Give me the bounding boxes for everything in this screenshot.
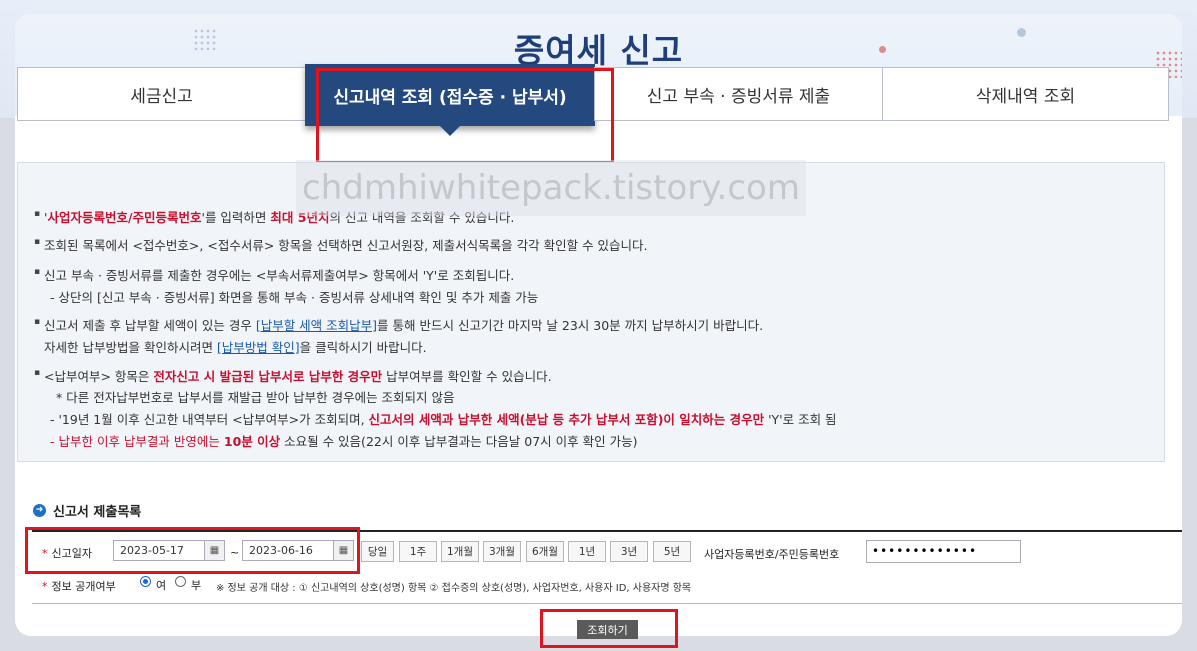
highlight-box xyxy=(316,68,614,164)
public-yes-label: 여 xyxy=(156,579,167,592)
public-no-radio[interactable] xyxy=(175,576,186,587)
tab-label: 삭제내역 조회 xyxy=(975,86,1076,107)
public-label: * 정보 공개여부 xyxy=(42,580,116,593)
period-1month-button[interactable]: 1개월 xyxy=(441,541,479,562)
highlight-box xyxy=(540,609,678,648)
notice-line: 신고서 제출 후 납부할 세액이 있는 경우 [납부할 세액 조회납부]를 통해… xyxy=(34,315,763,334)
public-yes-radio[interactable] xyxy=(140,576,151,587)
id-number-input[interactable]: ••••••••••••• xyxy=(866,540,1021,563)
public-note: ※ 정보 공개 대상 : ① 신고내역의 상호(성명) 항목 ② 접수증의 상호… xyxy=(216,583,692,594)
tab-label: 신고 부속 · 증빙서류 제출 xyxy=(646,86,831,107)
notice-subline: - 상단의 [신고 부속 · 증빙서류] 화면을 통해 부속 · 증빙서류 상세… xyxy=(50,290,539,305)
notice-line: 신고 부속 · 증빙서류를 제출한 경우에는 <부속서류제출여부> 항목에서 '… xyxy=(34,265,514,284)
tab-label: 세금신고 xyxy=(130,86,193,107)
highlight-box xyxy=(25,527,360,574)
period-6month-button[interactable]: 6개월 xyxy=(526,541,564,562)
id-label: 사업자등록번호/주민등록번호 xyxy=(704,548,840,561)
watermark: chdmhiwhitepack.tistory.com xyxy=(296,160,806,216)
payment-method-link[interactable]: [납부방법 확인] xyxy=(217,340,300,355)
period-today-button[interactable]: 당일 xyxy=(361,541,394,562)
notice-subline: * 다른 전자납부번호로 납부서를 재발급 받아 납부한 경우에는 조회되지 않… xyxy=(56,390,455,405)
period-3year-button[interactable]: 3년 xyxy=(610,541,648,562)
period-3month-button[interactable]: 3개월 xyxy=(483,541,521,562)
period-1week-button[interactable]: 1주 xyxy=(399,541,437,562)
notice-subline: - 납부한 이후 납부결과 반영에는 10분 이상 소요될 수 있음(22시 이… xyxy=(50,434,638,449)
tab-deleted-history[interactable]: 삭제내역 조회 xyxy=(882,67,1169,121)
period-5year-button[interactable]: 5년 xyxy=(653,541,691,562)
section-title: ➜ 신고서 제출목록 xyxy=(33,501,141,520)
divider xyxy=(32,603,1182,604)
tab-tax-report[interactable]: 세금신고 xyxy=(17,67,306,121)
notice-subline: - '19년 1월 이후 신고한 내역부터 <납부여부>가 조회되며, 신고서의… xyxy=(50,412,837,427)
arrow-circle-icon: ➜ xyxy=(33,504,46,517)
tab-attachment-submit[interactable]: 신고 부속 · 증빙서류 제출 xyxy=(594,67,883,121)
required-mark: * xyxy=(42,580,48,593)
pay-tax-link[interactable]: [납부할 세액 조회납부] xyxy=(256,318,377,333)
page-title: 증여세 신고 xyxy=(513,31,684,70)
period-1year-button[interactable]: 1년 xyxy=(568,541,606,562)
notice-line: <납부여부> 항목은 전자신고 시 발급된 납부서로 납부한 경우만 납부여부를… xyxy=(34,366,552,385)
notice-line: 조회된 목록에서 <접수번호>, <접수서류> 항목을 선택하면 신고서원장, … xyxy=(34,235,648,254)
public-no-label: 부 xyxy=(191,579,202,592)
notice-subline: 자세한 납부방법을 확인하시려면 [납부방법 확인]을 클릭하시기 바랍니다. xyxy=(44,340,427,355)
